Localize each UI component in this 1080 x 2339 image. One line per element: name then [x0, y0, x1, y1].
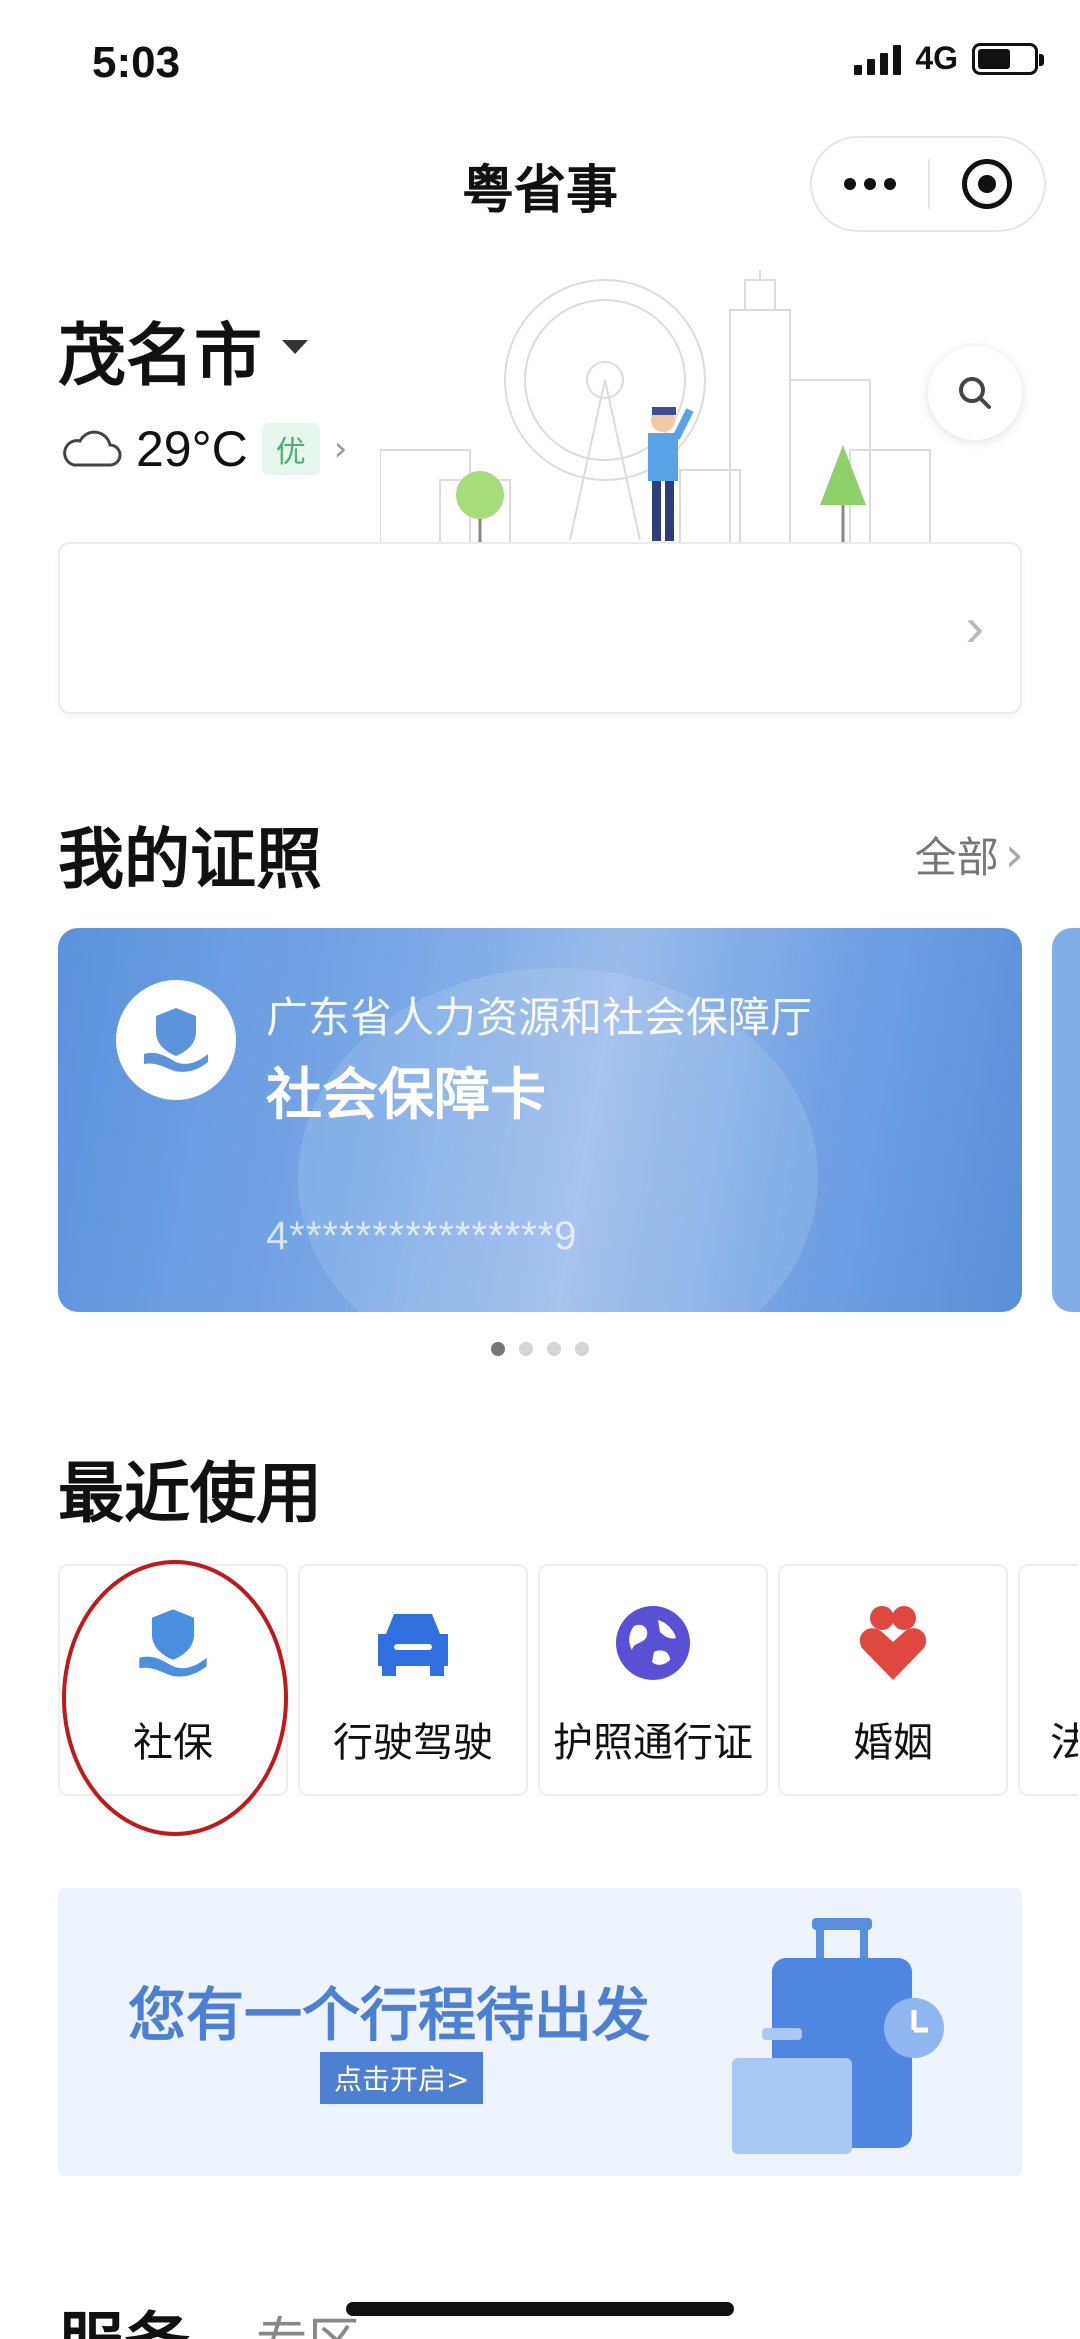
- recent-item-vehicle-license[interactable]: 行驶驾驶: [298, 1564, 528, 1796]
- recent-item-marriage[interactable]: 婚姻: [778, 1564, 1008, 1796]
- chevron-right-icon: ›: [333, 429, 348, 469]
- luggage-icon: [732, 1918, 944, 2154]
- services-section-title[interactable]: 服务: [58, 2290, 190, 2339]
- trip-banner-text: 您有一个行程待出发: [128, 1981, 651, 2049]
- view-all-label: 全部: [914, 833, 999, 882]
- card-logo: [116, 980, 236, 1100]
- card-name: 社会保障卡: [266, 1063, 546, 1128]
- recent-item-label: 行驶驾驶: [333, 1720, 493, 1766]
- target-icon: [961, 159, 1012, 209]
- carousel-dot: [491, 1342, 505, 1356]
- close-mini-program-button[interactable]: [930, 138, 1044, 230]
- home-indicator[interactable]: [346, 2302, 734, 2316]
- weather-info[interactable]: 29°C 优 ›: [60, 420, 347, 478]
- air-quality-badge: 优: [261, 423, 320, 475]
- recent-section-title: 最近使用: [58, 1455, 322, 1532]
- carousel-dot: [519, 1342, 533, 1356]
- recent-item-passport[interactable]: 护照通行证: [538, 1564, 768, 1796]
- mini-program-capsule: [810, 136, 1046, 232]
- battery-icon: [972, 42, 1044, 75]
- caret-down-icon[interactable]: [282, 340, 308, 354]
- temperature: 29°C: [136, 421, 248, 477]
- view-all-licenses-link[interactable]: 全部 ›: [915, 824, 1024, 885]
- tab-zone[interactable]: 专区: [256, 2300, 360, 2339]
- carousel-dot: [547, 1342, 561, 1356]
- trip-open-button[interactable]: 点击开启>: [320, 2052, 484, 2104]
- social-security-card[interactable]: 广东省人力资源和社会保障厅 社会保障卡 4****************9: [58, 928, 1022, 1312]
- licenses-section-title: 我的证照: [58, 821, 322, 898]
- hearts-icon: [859, 1606, 927, 1680]
- chevron-right-icon: ›: [1004, 826, 1024, 883]
- chevron-right-icon: ›: [965, 595, 984, 658]
- social-security-icon: [144, 1008, 208, 1072]
- globe-icon: [616, 1606, 690, 1680]
- carousel-indicator: [0, 1342, 1080, 1356]
- status-indicators: 4G: [854, 40, 1044, 77]
- network-type: 4G: [915, 40, 958, 76]
- status-time: 5:03: [92, 38, 181, 87]
- search-icon: [959, 377, 991, 409]
- recent-item-label: 护照通行证: [553, 1720, 753, 1766]
- recent-item-law[interactable]: 法: [1018, 1564, 1078, 1796]
- more-dot-icon: [864, 178, 876, 190]
- search-button[interactable]: [928, 346, 1022, 440]
- trip-banner[interactable]: 您有一个行程待出发 点击开启>: [58, 1888, 1022, 2176]
- card-number: 4****************9: [266, 1214, 578, 1258]
- signal-icon: [854, 43, 902, 75]
- notice-card[interactable]: ›: [58, 542, 1022, 714]
- next-card-peek[interactable]: [1052, 928, 1080, 1312]
- more-button[interactable]: [812, 138, 928, 230]
- recent-item-label: 婚姻: [853, 1720, 933, 1766]
- car-icon: [378, 1614, 448, 1676]
- city-skyline-illustration: [380, 270, 931, 550]
- cloud-icon: [63, 430, 122, 467]
- city-selector[interactable]: 茂名市: [58, 300, 262, 399]
- more-dot-icon: [844, 178, 856, 190]
- recent-item-label: 法: [1050, 1710, 1078, 1768]
- card-issuer: 广东省人力资源和社会保障厅: [266, 993, 813, 1042]
- carousel-dot: [575, 1342, 589, 1356]
- more-dot-icon: [884, 178, 896, 190]
- annotation-circle: [62, 1560, 288, 1836]
